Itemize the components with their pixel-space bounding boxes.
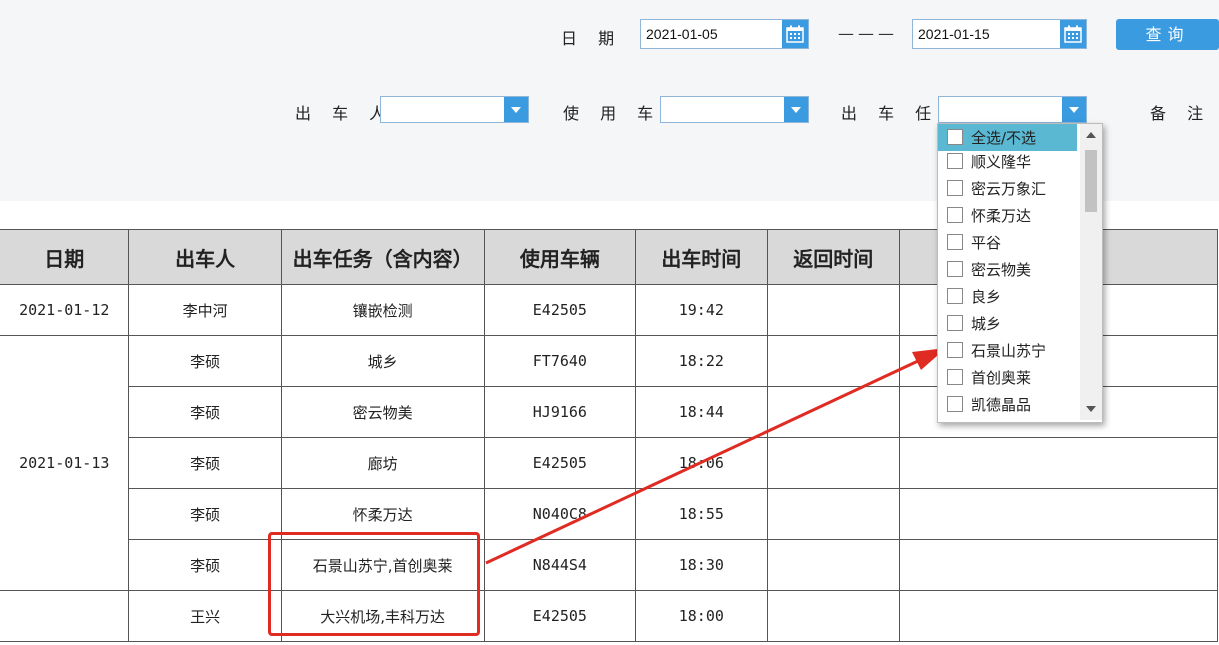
dropdown-item[interactable]: 密云万象汇 [938, 175, 1077, 202]
checkbox[interactable] [947, 234, 963, 250]
dropdown-item-select-all[interactable]: 全选/不选 [938, 124, 1077, 151]
scroll-up-icon[interactable] [1086, 132, 1096, 138]
dropdown-item-label: 城乡 [971, 315, 1002, 333]
dropdown-item-label: 平谷 [971, 234, 1002, 252]
checkbox[interactable] [947, 342, 963, 358]
scrollbar-thumb[interactable] [1085, 150, 1097, 212]
checkbox[interactable] [947, 369, 963, 385]
dropdown-item-label: 顺义隆华 [971, 153, 1032, 171]
dropdown-item[interactable]: 良乡 [938, 283, 1077, 310]
checkbox[interactable] [947, 153, 963, 169]
dropdown-item-label: 怀柔万达 [971, 207, 1032, 225]
dropdown-item[interactable]: 城乡 [938, 310, 1077, 337]
dropdown-item-label: 全选/不选 [971, 129, 1037, 147]
checkbox[interactable] [947, 288, 963, 304]
dropdown-item-label: 密云物美 [971, 261, 1032, 279]
dropdown-item[interactable]: 凯德晶品 [938, 391, 1077, 418]
dropdown-item[interactable]: 石景山苏宁 [938, 337, 1077, 364]
dropdown-item[interactable]: 密云物美 [938, 256, 1077, 283]
checkbox[interactable] [947, 396, 963, 412]
dropdown-item-label: 良乡 [971, 288, 1002, 306]
dropdown-item[interactable]: 平谷 [938, 229, 1077, 256]
dropdown-item[interactable]: 怀柔万达 [938, 202, 1077, 229]
dropdown-item[interactable]: 首创奥莱 [938, 364, 1077, 391]
task-dropdown-list[interactable]: 全选/不选 顺义隆华 密云万象汇 怀柔万达 平谷 密云物美 良乡 城乡 石景山苏… [937, 123, 1103, 423]
checkbox[interactable] [947, 129, 963, 145]
checkbox[interactable] [947, 261, 963, 277]
dropdown-item[interactable]: 顺义隆华 [938, 148, 1077, 175]
dropdown-scrollbar[interactable] [1080, 124, 1102, 420]
dropdown-item-label: 首创奥莱 [971, 369, 1032, 387]
dropdown-item-label: 凯德晶品 [971, 396, 1032, 414]
checkbox[interactable] [947, 180, 963, 196]
dropdown-item-label: 石景山苏宁 [971, 342, 1047, 360]
scroll-down-icon[interactable] [1086, 406, 1096, 412]
dropdown-item-label: 密云万象汇 [971, 180, 1047, 198]
checkbox[interactable] [947, 207, 963, 223]
checkbox[interactable] [947, 315, 963, 331]
